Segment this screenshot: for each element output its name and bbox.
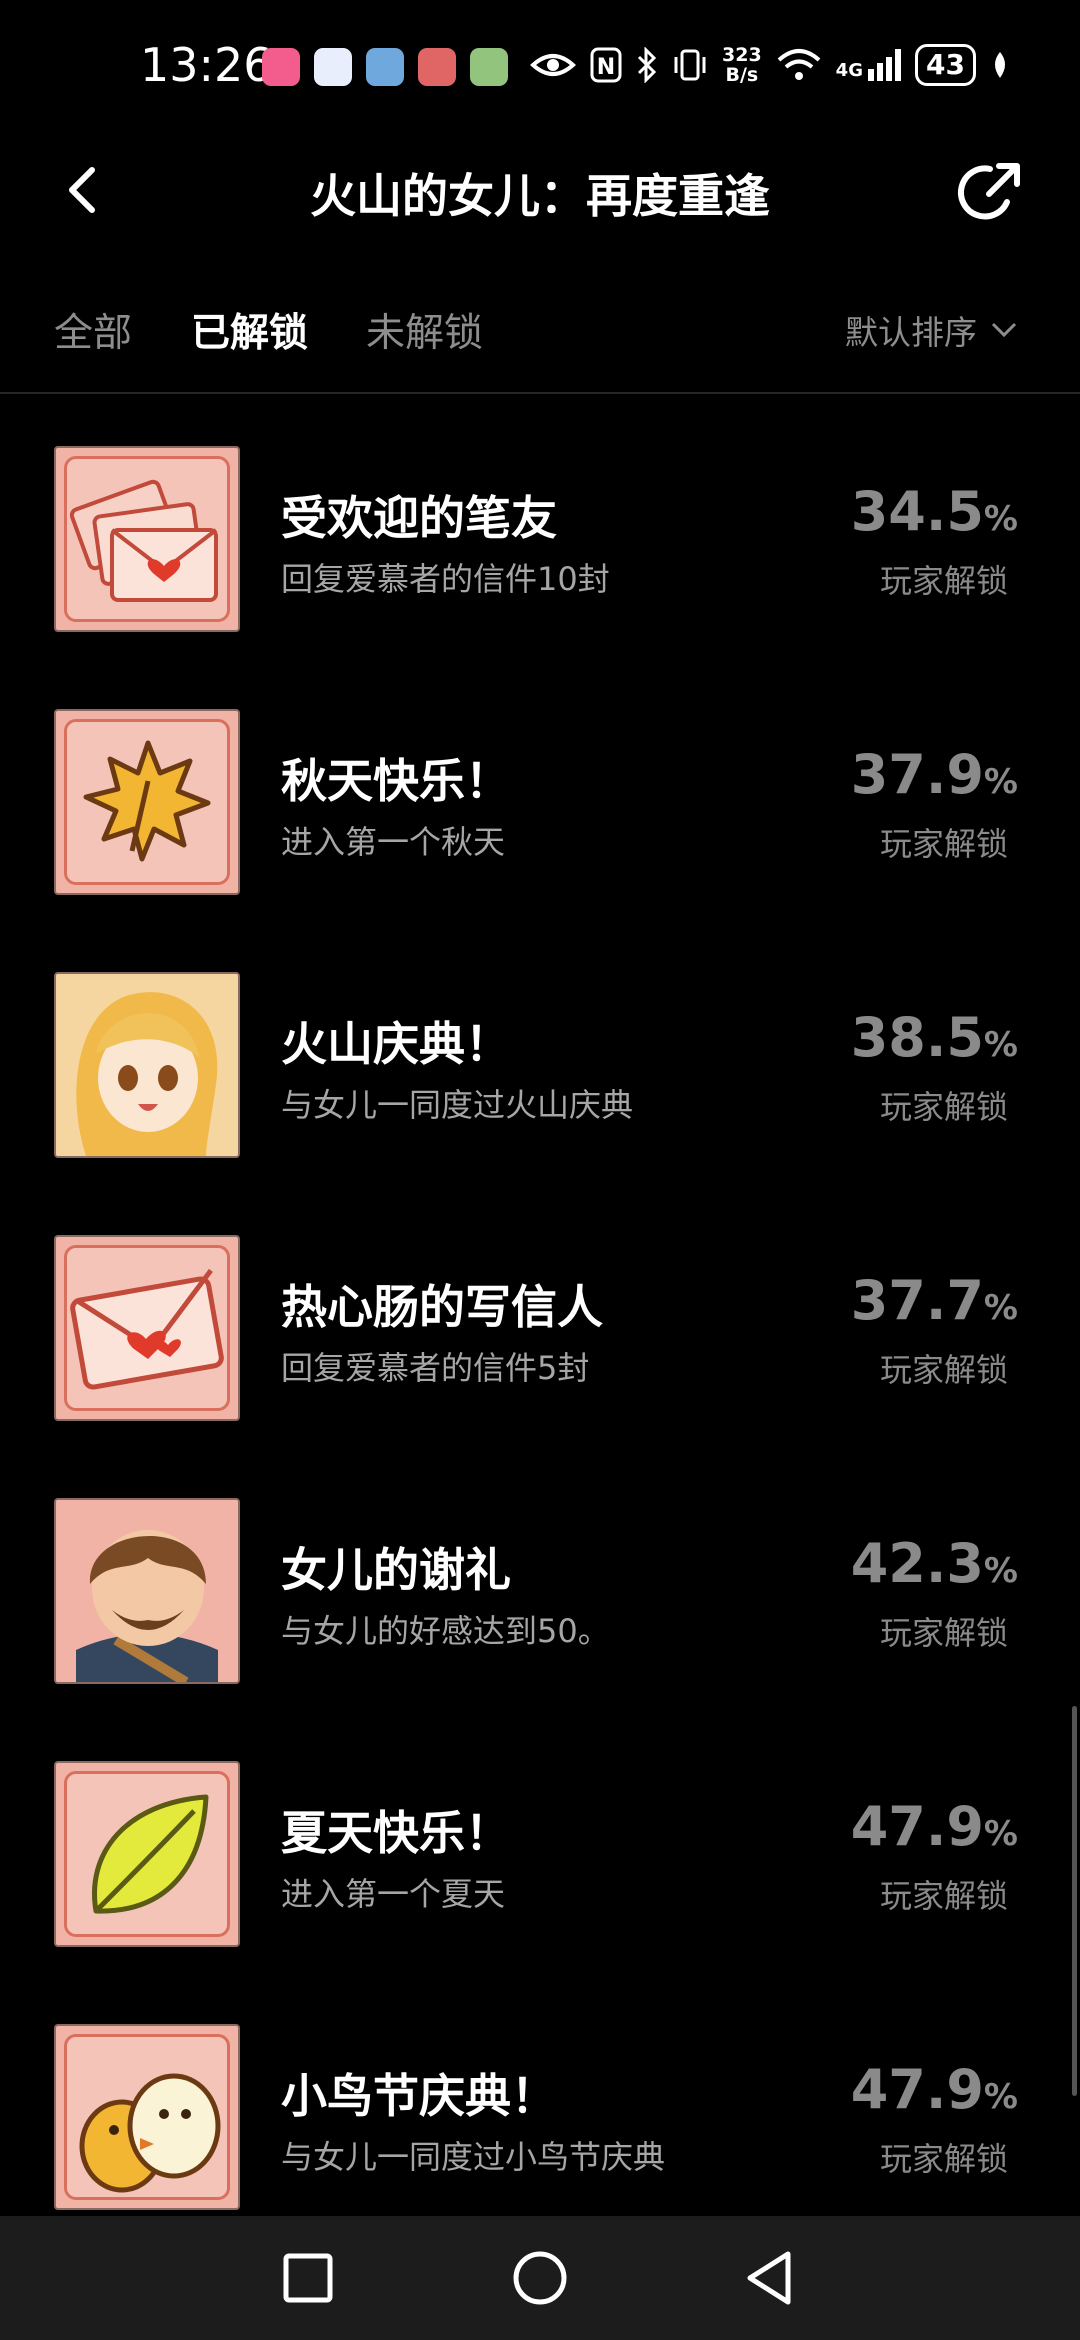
eye-icon: [530, 54, 576, 76]
achievement-title: 女儿的谢礼: [281, 1543, 511, 1597]
bilibili-icon: [262, 48, 300, 86]
unlock-percent-value: 37.7: [850, 1269, 984, 1332]
percent-sign: %: [983, 2077, 1018, 2117]
achievement-desc: 与女儿一同度过小鸟节庆典: [281, 2138, 666, 2176]
unlock-label: 玩家解锁: [879, 1877, 1008, 1915]
achievement-title: 夏天快乐！: [281, 1806, 511, 1860]
percent-sign: %: [983, 1814, 1018, 1854]
list-item[interactable]: 夏天快乐！ 进入第一个夏天 47.9% 玩家解锁: [0, 1761, 1080, 2024]
unlock-percent: 38.5%: [851, 1006, 1018, 1069]
list-item[interactable]: 女儿的谢礼 与女儿的好感达到50。 42.3% 玩家解锁: [0, 1498, 1080, 1761]
daughter-portrait-icon: [54, 972, 240, 1158]
unlock-percent: 47.9%: [851, 1795, 1018, 1858]
achievement-desc: 进入第一个秋天: [281, 823, 506, 861]
nfc-icon: N: [590, 47, 622, 83]
tabs-divider: [0, 392, 1080, 394]
achievement-desc: 回复爱慕者的信件5封: [281, 1349, 590, 1387]
unlock-label: 玩家解锁: [879, 1614, 1008, 1652]
list-item[interactable]: 热心肠的写信人 回复爱慕者的信件5封 37.7% 玩家解锁: [0, 1235, 1080, 1498]
unlock-label: 玩家解锁: [879, 2140, 1008, 2178]
battery-indicator: 43: [914, 44, 976, 86]
chevron-down-icon: [991, 322, 1017, 338]
unlock-label: 玩家解锁: [879, 1351, 1008, 1389]
maple-leaf-icon: [54, 709, 240, 895]
achievement-title: 小鸟节庆典！: [281, 2069, 557, 2123]
net-speed-value: 323: [722, 44, 762, 66]
wifi-icon: [777, 49, 821, 80]
scrollbar[interactable]: [1072, 1706, 1077, 2096]
unlock-label: 玩家解锁: [879, 562, 1008, 600]
unlock-label: 玩家解锁: [879, 825, 1008, 863]
unlock-percent-value: 47.9: [850, 1795, 984, 1858]
back-nav-icon[interactable]: [738, 2246, 802, 2310]
status-time: 13:26: [140, 38, 273, 92]
unlock-percent: 37.7%: [851, 1269, 1018, 1332]
recents-icon[interactable]: [276, 2246, 340, 2310]
unlock-percent-value: 47.9: [850, 2058, 984, 2121]
achievement-desc: 与女儿的好感达到50。: [281, 1612, 610, 1650]
sort-dropdown[interactable]: 默认排序: [845, 306, 1017, 354]
percent-sign: %: [983, 1025, 1018, 1065]
achievement-desc: 回复爱慕者的信件10封: [281, 560, 610, 598]
reader-app-icon: [418, 48, 456, 86]
status-bar: 13:26 N 323 B/s 4G 43: [0, 0, 1080, 140]
cell-signal-icon: 4G: [836, 49, 901, 81]
achievement-title: 秋天快乐！: [281, 754, 511, 808]
list-item[interactable]: 秋天快乐！ 进入第一个秋天 37.9% 玩家解锁: [0, 709, 1080, 972]
unlock-percent-value: 37.9: [850, 743, 984, 806]
system-icons: N 323 B/s 4G 43: [530, 44, 1010, 86]
achievement-title: 受欢迎的笔友: [281, 491, 557, 545]
filter-tabs: 全部 已解锁 未解锁 默认排序: [0, 290, 1080, 370]
tab-all[interactable]: 全部: [54, 302, 132, 358]
map-app-icon: [366, 48, 404, 86]
list-item[interactable]: 受欢迎的笔友 回复爱慕者的信件10封 34.5% 玩家解锁: [0, 446, 1080, 709]
father-portrait-icon: [54, 1498, 240, 1684]
list-item[interactable]: 火山庆典！ 与女儿一同度过火山庆典 38.5% 玩家解锁: [0, 972, 1080, 1235]
unlock-percent: 34.5%: [851, 480, 1018, 543]
sort-label: 默认排序: [845, 313, 977, 352]
notification-icons: [262, 48, 508, 86]
tab-locked[interactable]: 未解锁: [366, 302, 483, 358]
vibrate-icon: [674, 49, 706, 81]
unlock-percent: 42.3%: [851, 1532, 1018, 1595]
tab-unlocked[interactable]: 已解锁: [191, 302, 308, 358]
unlock-percent-value: 42.3: [850, 1532, 984, 1595]
love-letter-icon: [54, 1235, 240, 1421]
percent-sign: %: [983, 1551, 1018, 1591]
achievement-desc: 与女儿一同度过火山庆典: [281, 1086, 634, 1124]
unlock-label: 玩家解锁: [879, 1088, 1008, 1126]
share-icon[interactable]: [955, 158, 1025, 228]
app-header: 火山的女儿：再度重逢: [0, 140, 1080, 240]
love-letters-icon: [54, 446, 240, 632]
unlock-percent-value: 34.5: [850, 480, 984, 543]
baidu-icon: [314, 48, 352, 86]
bluetooth-icon: [637, 47, 657, 83]
leaf-saver-icon: [994, 52, 1005, 78]
home-icon[interactable]: [508, 2246, 572, 2310]
unlock-percent: 47.9%: [851, 2058, 1018, 2121]
unlock-percent: 37.9%: [851, 743, 1018, 806]
percent-sign: %: [983, 762, 1018, 802]
birds-icon: [54, 2024, 240, 2210]
svg-text:N: N: [597, 55, 615, 80]
percent-sign: %: [983, 1288, 1018, 1328]
achievement-list: 受欢迎的笔友 回复爱慕者的信件10封 34.5% 玩家解锁 秋天快乐！ 进入第一…: [0, 446, 1080, 2287]
achievement-title: 火山庆典！: [281, 1017, 511, 1071]
page-title: 火山的女儿：再度重逢: [310, 169, 770, 223]
net-speed-unit: B/s: [725, 64, 759, 86]
achievement-desc: 进入第一个夏天: [281, 1875, 506, 1913]
percent-sign: %: [983, 499, 1018, 539]
net-speed: 323 B/s: [722, 45, 762, 85]
green-leaf-icon: [54, 1761, 240, 1947]
achievement-title: 热心肠的写信人: [281, 1280, 603, 1334]
system-nav-bar: [0, 2216, 1080, 2340]
unlock-percent-value: 38.5: [850, 1006, 984, 1069]
game-app-icon: [470, 48, 508, 86]
signal-type: 4G: [835, 60, 863, 81]
